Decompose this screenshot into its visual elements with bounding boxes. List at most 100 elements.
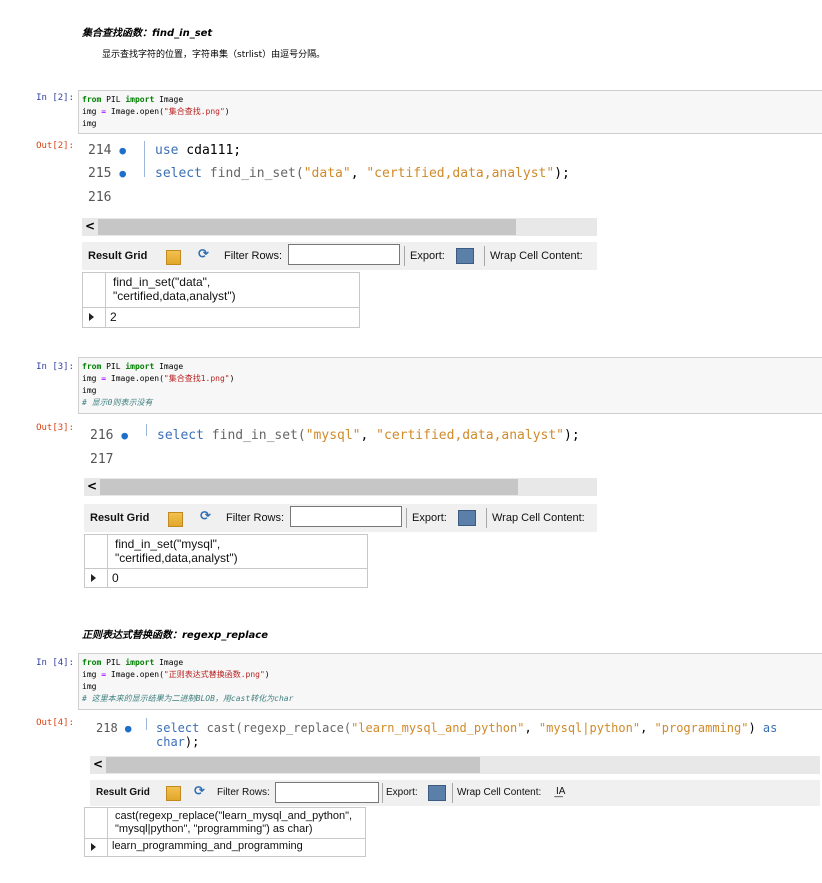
code-token: );: [184, 735, 200, 749]
output-prompt: Out[3]:: [36, 423, 74, 433]
code-token: PIL: [101, 362, 126, 371]
refresh-icon[interactable]: ⟳: [194, 784, 205, 799]
export-icon[interactable]: [456, 248, 474, 264]
code-line: img = Image.open("正则表达式替换函数.png"): [82, 669, 822, 681]
grid-icon[interactable]: [166, 250, 181, 265]
code-token: ,: [360, 428, 377, 443]
code-line: from PIL import Image: [82, 94, 822, 106]
wrap-text-icon[interactable]: I͟A: [556, 786, 565, 797]
code-token: select: [156, 721, 200, 735]
code-token: Image: [154, 95, 184, 104]
scrollbar-thumb[interactable]: [106, 757, 480, 773]
result-grid: cast(regexp_replace("learn_mysql_and_pyt…: [84, 807, 366, 857]
grid-icon[interactable]: [168, 512, 183, 527]
column-header[interactable]: find_in_set("mysql", "certified,data,ana…: [115, 537, 238, 565]
code-token: "programming": [654, 721, 749, 735]
code-line: img: [82, 681, 822, 693]
code-token: ): [264, 670, 270, 679]
row-header-cell: [85, 535, 108, 568]
code-token: img: [82, 107, 102, 116]
sql-statement: select find_in_set("data", "certified,da…: [155, 166, 570, 181]
wrap-cell-label[interactable]: Wrap Cell Content:: [492, 512, 585, 524]
code-token: PIL: [101, 95, 126, 104]
code-editor[interactable]: from PIL import Image img = Image.open("集…: [79, 358, 822, 409]
filter-rows-input[interactable]: [275, 782, 379, 803]
code-token: ): [224, 107, 230, 116]
code-line: img: [82, 385, 822, 397]
input-prompt: In [2]:: [36, 93, 74, 103]
scroll-left-icon[interactable]: <: [93, 757, 103, 771]
sql-statement: select cast(regexp_replace("learn_mysql_…: [156, 721, 822, 749]
horizontal-scrollbar[interactable]: <: [90, 756, 820, 774]
code-line: img = Image.open("集合查找1.png"): [82, 373, 822, 385]
code-token: PIL: [101, 658, 126, 667]
output-prompt: Out[4]:: [36, 718, 74, 728]
filter-rows-label: Filter Rows:: [217, 787, 270, 798]
sql-line: 216 ●: [90, 428, 128, 443]
code-token: "data": [303, 166, 351, 181]
filter-rows-label: Filter Rows:: [224, 250, 283, 262]
code-cell-input[interactable]: from PIL import Image img = Image.open("集…: [78, 90, 822, 134]
horizontal-scrollbar[interactable]: <: [84, 478, 597, 496]
code-token: use: [155, 143, 179, 158]
column-header[interactable]: cast(regexp_replace("learn_mysql_and_pyt…: [115, 810, 352, 836]
code-token: import: [125, 95, 155, 104]
fold-guide: [146, 718, 153, 730]
refresh-icon[interactable]: ⟳: [200, 509, 211, 524]
code-line: # 这里本来的显示结果为二进制BLOB，用cast转化为char: [82, 693, 822, 705]
code-token: import: [125, 658, 155, 667]
grid-icon[interactable]: [166, 786, 181, 801]
wrap-cell-label[interactable]: Wrap Cell Content:: [457, 787, 541, 798]
grid-cell-value[interactable]: learn_programming_and_programming: [112, 840, 303, 852]
code-editor[interactable]: from PIL import Image img = Image.open("集…: [79, 91, 822, 130]
toolbar-divider: [486, 508, 487, 528]
scrollbar-thumb[interactable]: [98, 219, 516, 235]
code-token: "集合查找1.png": [163, 374, 230, 383]
code-token: cast(regexp_replace(: [199, 721, 352, 735]
export-icon[interactable]: [458, 510, 476, 526]
sql-statement: select find_in_set("mysql", "certified,d…: [157, 428, 580, 443]
export-label: Export:: [412, 512, 447, 524]
grid-cell-value[interactable]: 0: [112, 571, 119, 585]
result-grid: find_in_set("mysql", "certified,data,ana…: [84, 534, 368, 588]
grid-cell-value[interactable]: 2: [110, 310, 117, 324]
result-grid-label[interactable]: Result Grid: [88, 250, 147, 262]
code-token: Image.open(: [106, 374, 164, 383]
filter-rows-input[interactable]: [290, 506, 402, 527]
code-cell-input[interactable]: from PIL import Image img = Image.open("集…: [78, 357, 822, 414]
result-grid-label[interactable]: Result Grid: [90, 512, 149, 524]
code-token: img: [82, 386, 97, 395]
code-token: img: [82, 682, 97, 691]
line-number: 216: [88, 190, 112, 205]
toolbar-divider: [382, 783, 383, 803]
column-header[interactable]: find_in_set("data", "certified,data,anal…: [113, 275, 236, 303]
code-token: find_in_set(: [203, 428, 306, 443]
code-token: Image.open(: [106, 107, 164, 116]
code-token: ): [748, 721, 763, 735]
row-header-cell: [85, 568, 108, 587]
row-header-cell: [85, 838, 108, 856]
scroll-left-icon[interactable]: <: [87, 479, 97, 493]
section-heading-find-in-set: 集合查找函数：find_in_set: [82, 28, 213, 39]
horizontal-scrollbar[interactable]: <: [82, 218, 597, 236]
export-icon[interactable]: [428, 785, 446, 801]
code-token: Image: [154, 658, 184, 667]
code-line: img = Image.open("集合查找.png"): [82, 106, 822, 118]
code-token: ,: [524, 721, 539, 735]
code-token: cda111;: [178, 143, 242, 158]
code-cell-input[interactable]: from PIL import Image img = Image.open("正…: [78, 653, 822, 710]
code-editor[interactable]: from PIL import Image img = Image.open("正…: [79, 654, 822, 705]
toolbar-divider: [484, 246, 485, 266]
grid-row-divider: [85, 838, 365, 839]
toolbar-divider: [406, 508, 407, 528]
input-prompt: In [3]:: [36, 362, 74, 372]
scroll-left-icon[interactable]: <: [85, 219, 95, 233]
export-label: Export:: [386, 787, 418, 798]
result-toolbar: Result Grid ⟳ Filter Rows: Export: Wrap …: [84, 504, 597, 532]
refresh-icon[interactable]: ⟳: [198, 247, 209, 262]
wrap-cell-label[interactable]: Wrap Cell Content:: [490, 250, 583, 262]
filter-rows-input[interactable]: [288, 244, 400, 265]
result-grid-label[interactable]: Result Grid: [96, 787, 150, 798]
filter-rows-label: Filter Rows:: [226, 512, 285, 524]
scrollbar-thumb[interactable]: [100, 479, 518, 495]
